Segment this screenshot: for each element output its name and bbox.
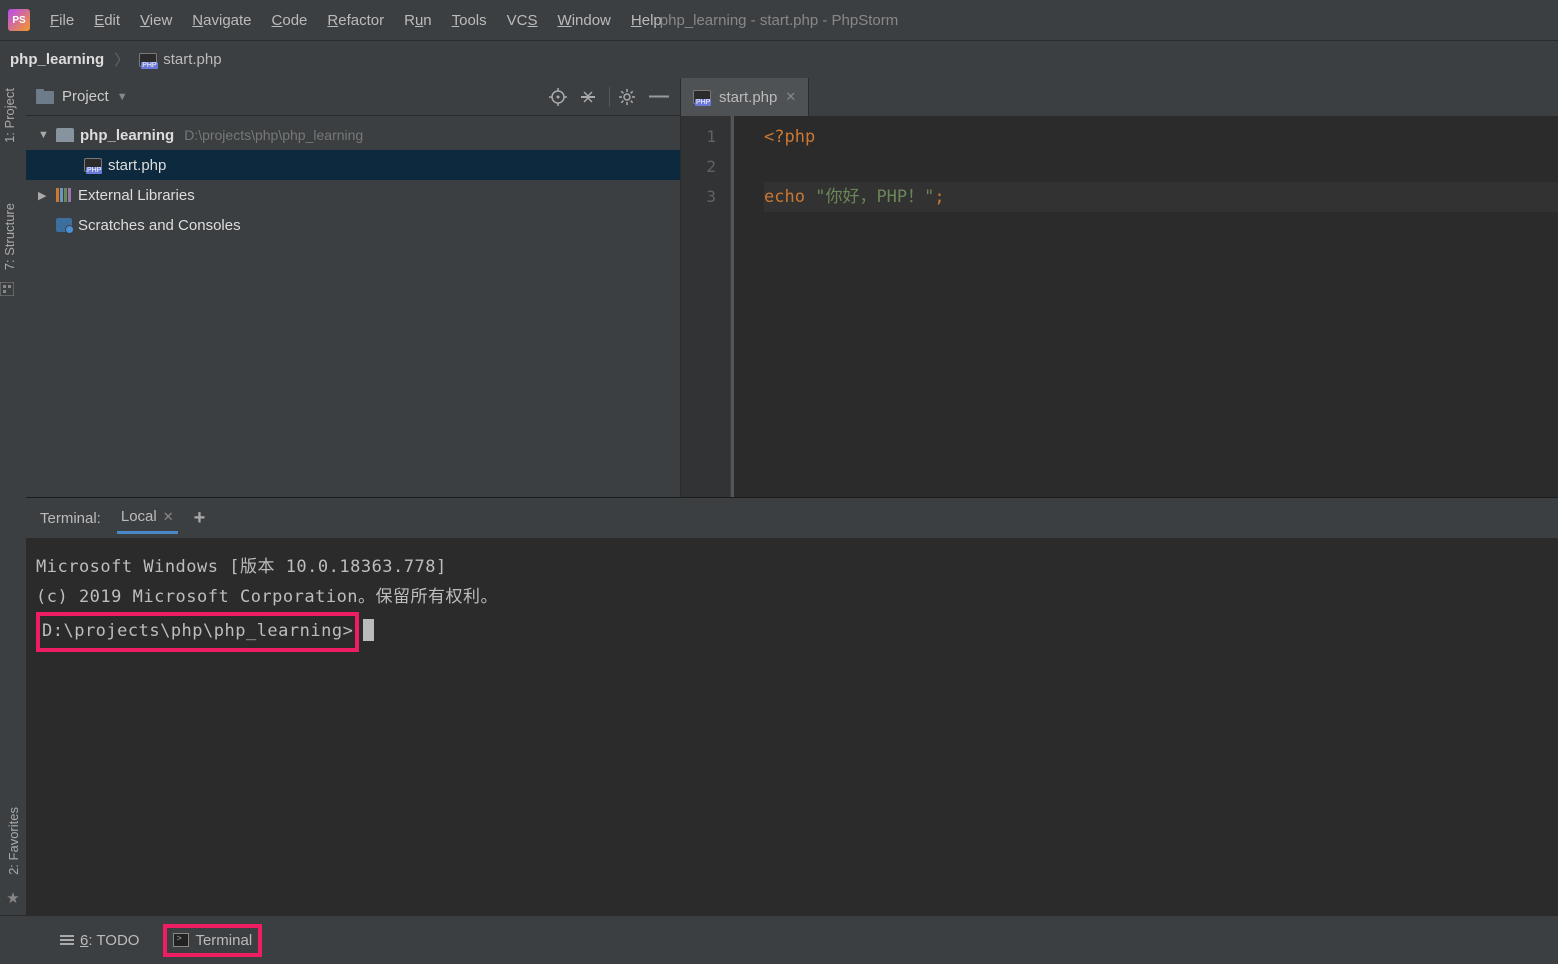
main-menu: File Edit View Navigate Code Refactor Ru… xyxy=(50,12,662,29)
status-terminal[interactable]: Terminal xyxy=(163,924,262,957)
terminal-prompt: D:\projects\php\php_learning> xyxy=(42,621,353,641)
breadcrumb-bar: php_learning 〉 start.php xyxy=(0,40,1558,78)
gear-icon[interactable] xyxy=(618,88,640,106)
code-body[interactable]: <?php echo "你好，PHP！"; xyxy=(731,116,1558,497)
terminal-line: Microsoft Windows [版本 10.0.18363.778] xyxy=(36,552,1548,582)
echo-keyword: echo xyxy=(764,187,805,207)
terminal-prompt-highlight: D:\projects\php\php_learning> xyxy=(36,612,359,652)
terminal-header: Terminal: Local ✕ + xyxy=(26,498,1558,538)
menu-help[interactable]: Help xyxy=(631,12,662,29)
tree-scratches[interactable]: Scratches and Consoles xyxy=(26,210,680,240)
menu-refactor[interactable]: Refactor xyxy=(327,12,384,29)
gutter-tab-favorites[interactable]: 2: Favorites xyxy=(4,797,23,885)
divider xyxy=(609,87,610,107)
code-line-2 xyxy=(764,152,1558,182)
close-icon[interactable]: ✕ xyxy=(163,509,174,525)
line-number: 1 xyxy=(681,122,716,152)
string-literal: "你好，PHP！" xyxy=(815,187,934,207)
breadcrumb-file-label: start.php xyxy=(163,51,221,68)
terminal-tab-local[interactable]: Local ✕ xyxy=(117,502,178,534)
left-tool-gutter: 1: Project 7: Structure 2: Favorites ★ xyxy=(0,78,26,915)
code-line-3: echo "你好，PHP！"; xyxy=(764,182,1558,212)
status-terminal-label: Terminal xyxy=(195,932,252,949)
chevron-down-icon[interactable]: ▼ xyxy=(117,91,128,103)
star-icon: ★ xyxy=(6,889,19,907)
add-terminal-button[interactable]: + xyxy=(194,507,206,530)
breadcrumb-file[interactable]: start.php xyxy=(139,51,221,68)
terminal-icon xyxy=(173,933,189,947)
libraries-icon xyxy=(56,188,72,202)
php-file-icon xyxy=(84,158,102,172)
hide-icon[interactable]: — xyxy=(648,85,670,108)
line-number-gutter: 1 2 3 xyxy=(681,116,731,497)
project-tree: ▼ php_learning D:\projects\php\php_learn… xyxy=(26,116,680,244)
breadcrumb-separator-icon: 〉 xyxy=(114,49,129,70)
php-file-icon xyxy=(693,90,711,104)
menu-window[interactable]: Window xyxy=(558,12,611,29)
todo-list-icon xyxy=(60,935,74,945)
terminal-tool-window: Terminal: Local ✕ + Microsoft Windows [版… xyxy=(26,497,1558,915)
php-file-icon xyxy=(139,53,157,67)
status-bar: 6: TODO Terminal xyxy=(0,915,1558,964)
menu-tools[interactable]: Tools xyxy=(452,12,487,29)
php-open-tag: <?php xyxy=(764,127,815,147)
tree-root-path: D:\projects\php\php_learning xyxy=(184,127,363,143)
title-bar: PS File Edit View Navigate Code Refactor… xyxy=(0,0,1558,40)
menu-run[interactable]: Run xyxy=(404,12,432,29)
terminal-cursor xyxy=(363,619,374,641)
tree-external-libraries[interactable]: ▶ External Libraries xyxy=(26,180,680,210)
project-panel-header: Project ▼ — xyxy=(26,78,680,116)
code-editor[interactable]: 1 2 3 <?php echo "你好，PHP！"; xyxy=(681,116,1558,497)
menu-vcs[interactable]: VCS xyxy=(507,12,538,29)
scratches-icon xyxy=(56,218,72,232)
phpstorm-app-icon: PS xyxy=(8,9,30,31)
editor-tab-start-php[interactable]: start.php ✕ xyxy=(681,78,809,116)
folder-icon xyxy=(56,128,74,142)
locate-icon[interactable] xyxy=(549,88,571,106)
project-tool-window: Project ▼ — xyxy=(26,78,681,497)
collapse-all-icon[interactable] xyxy=(579,88,601,106)
tree-external-label: External Libraries xyxy=(78,187,195,204)
expand-down-icon[interactable]: ▼ xyxy=(38,129,50,141)
project-view-icon xyxy=(36,89,54,105)
tree-root-label: php_learning xyxy=(80,127,174,144)
window-title: php_learning - start.php - PhpStorm xyxy=(660,12,898,29)
structure-icon xyxy=(0,282,14,296)
close-icon[interactable]: ✕ xyxy=(785,89,796,105)
gutter-tab-project[interactable]: 1: Project xyxy=(0,78,26,153)
gutter-tab-structure[interactable]: 7: Structure xyxy=(0,193,26,280)
code-line-1: <?php xyxy=(764,122,1558,152)
terminal-line: (c) 2019 Microsoft Corporation。保留所有权利。 xyxy=(36,582,1548,612)
expand-right-icon[interactable]: ▶ xyxy=(38,189,50,202)
tree-file-label: start.php xyxy=(108,157,166,174)
editor-area: start.php ✕ 1 2 3 <?php echo "你好，PHP！"; xyxy=(681,78,1558,497)
tree-root[interactable]: ▼ php_learning D:\projects\php\php_learn… xyxy=(26,120,680,150)
terminal-title: Terminal: xyxy=(40,510,101,527)
terminal-tab-label: Local xyxy=(121,508,157,525)
tree-scratches-label: Scratches and Consoles xyxy=(78,217,241,234)
line-number: 3 xyxy=(681,182,716,212)
status-todo[interactable]: 6: TODO xyxy=(54,928,145,953)
menu-navigate[interactable]: Navigate xyxy=(192,12,251,29)
editor-tab-label: start.php xyxy=(719,89,777,106)
terminal-output[interactable]: Microsoft Windows [版本 10.0.18363.778] (c… xyxy=(26,538,1558,915)
menu-code[interactable]: Code xyxy=(272,12,308,29)
semicolon: ; xyxy=(934,187,944,207)
line-number: 2 xyxy=(681,152,716,182)
breadcrumb-root[interactable]: php_learning xyxy=(10,51,104,68)
project-panel-title[interactable]: Project xyxy=(62,88,109,105)
editor-tab-bar: start.php ✕ xyxy=(681,78,1558,116)
terminal-prompt-line: D:\projects\php\php_learning> xyxy=(36,612,1548,652)
tree-file-start-php[interactable]: start.php xyxy=(26,150,680,180)
menu-file[interactable]: File xyxy=(50,12,74,29)
status-todo-label: 6: TODO xyxy=(80,932,139,949)
menu-view[interactable]: View xyxy=(140,12,172,29)
menu-edit[interactable]: Edit xyxy=(94,12,120,29)
